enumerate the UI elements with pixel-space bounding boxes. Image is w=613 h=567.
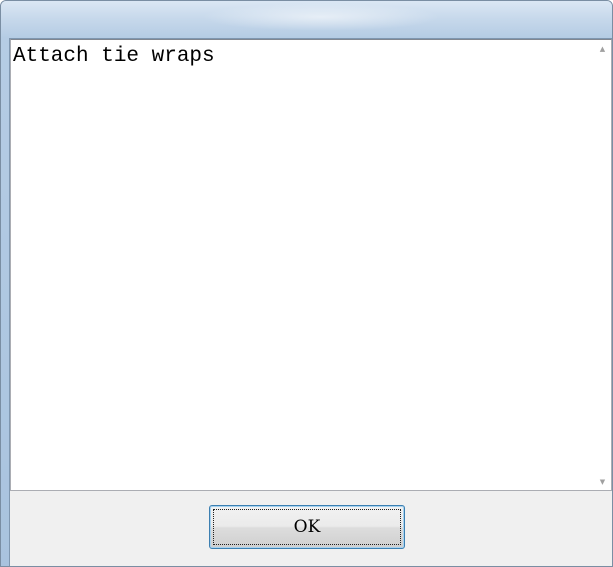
vertical-scrollbar[interactable]: ▲ ▼ (594, 40, 611, 490)
dialog-client-area: Attach tie wraps ▲ ▼ OK (9, 38, 612, 566)
scroll-down-icon[interactable]: ▼ (594, 473, 611, 490)
ok-button-label: OK (293, 517, 321, 537)
dialog-window: Attach tie wraps ▲ ▼ OK (0, 0, 613, 567)
button-bar: OK (10, 491, 612, 566)
ok-button[interactable]: OK (209, 505, 405, 549)
scroll-up-icon[interactable]: ▲ (594, 40, 611, 57)
message-textbox[interactable]: Attach tie wraps ▲ ▼ (10, 39, 612, 491)
title-bar[interactable] (1, 1, 612, 38)
message-text: Attach tie wraps (13, 45, 215, 68)
window-frame-left (1, 38, 9, 566)
